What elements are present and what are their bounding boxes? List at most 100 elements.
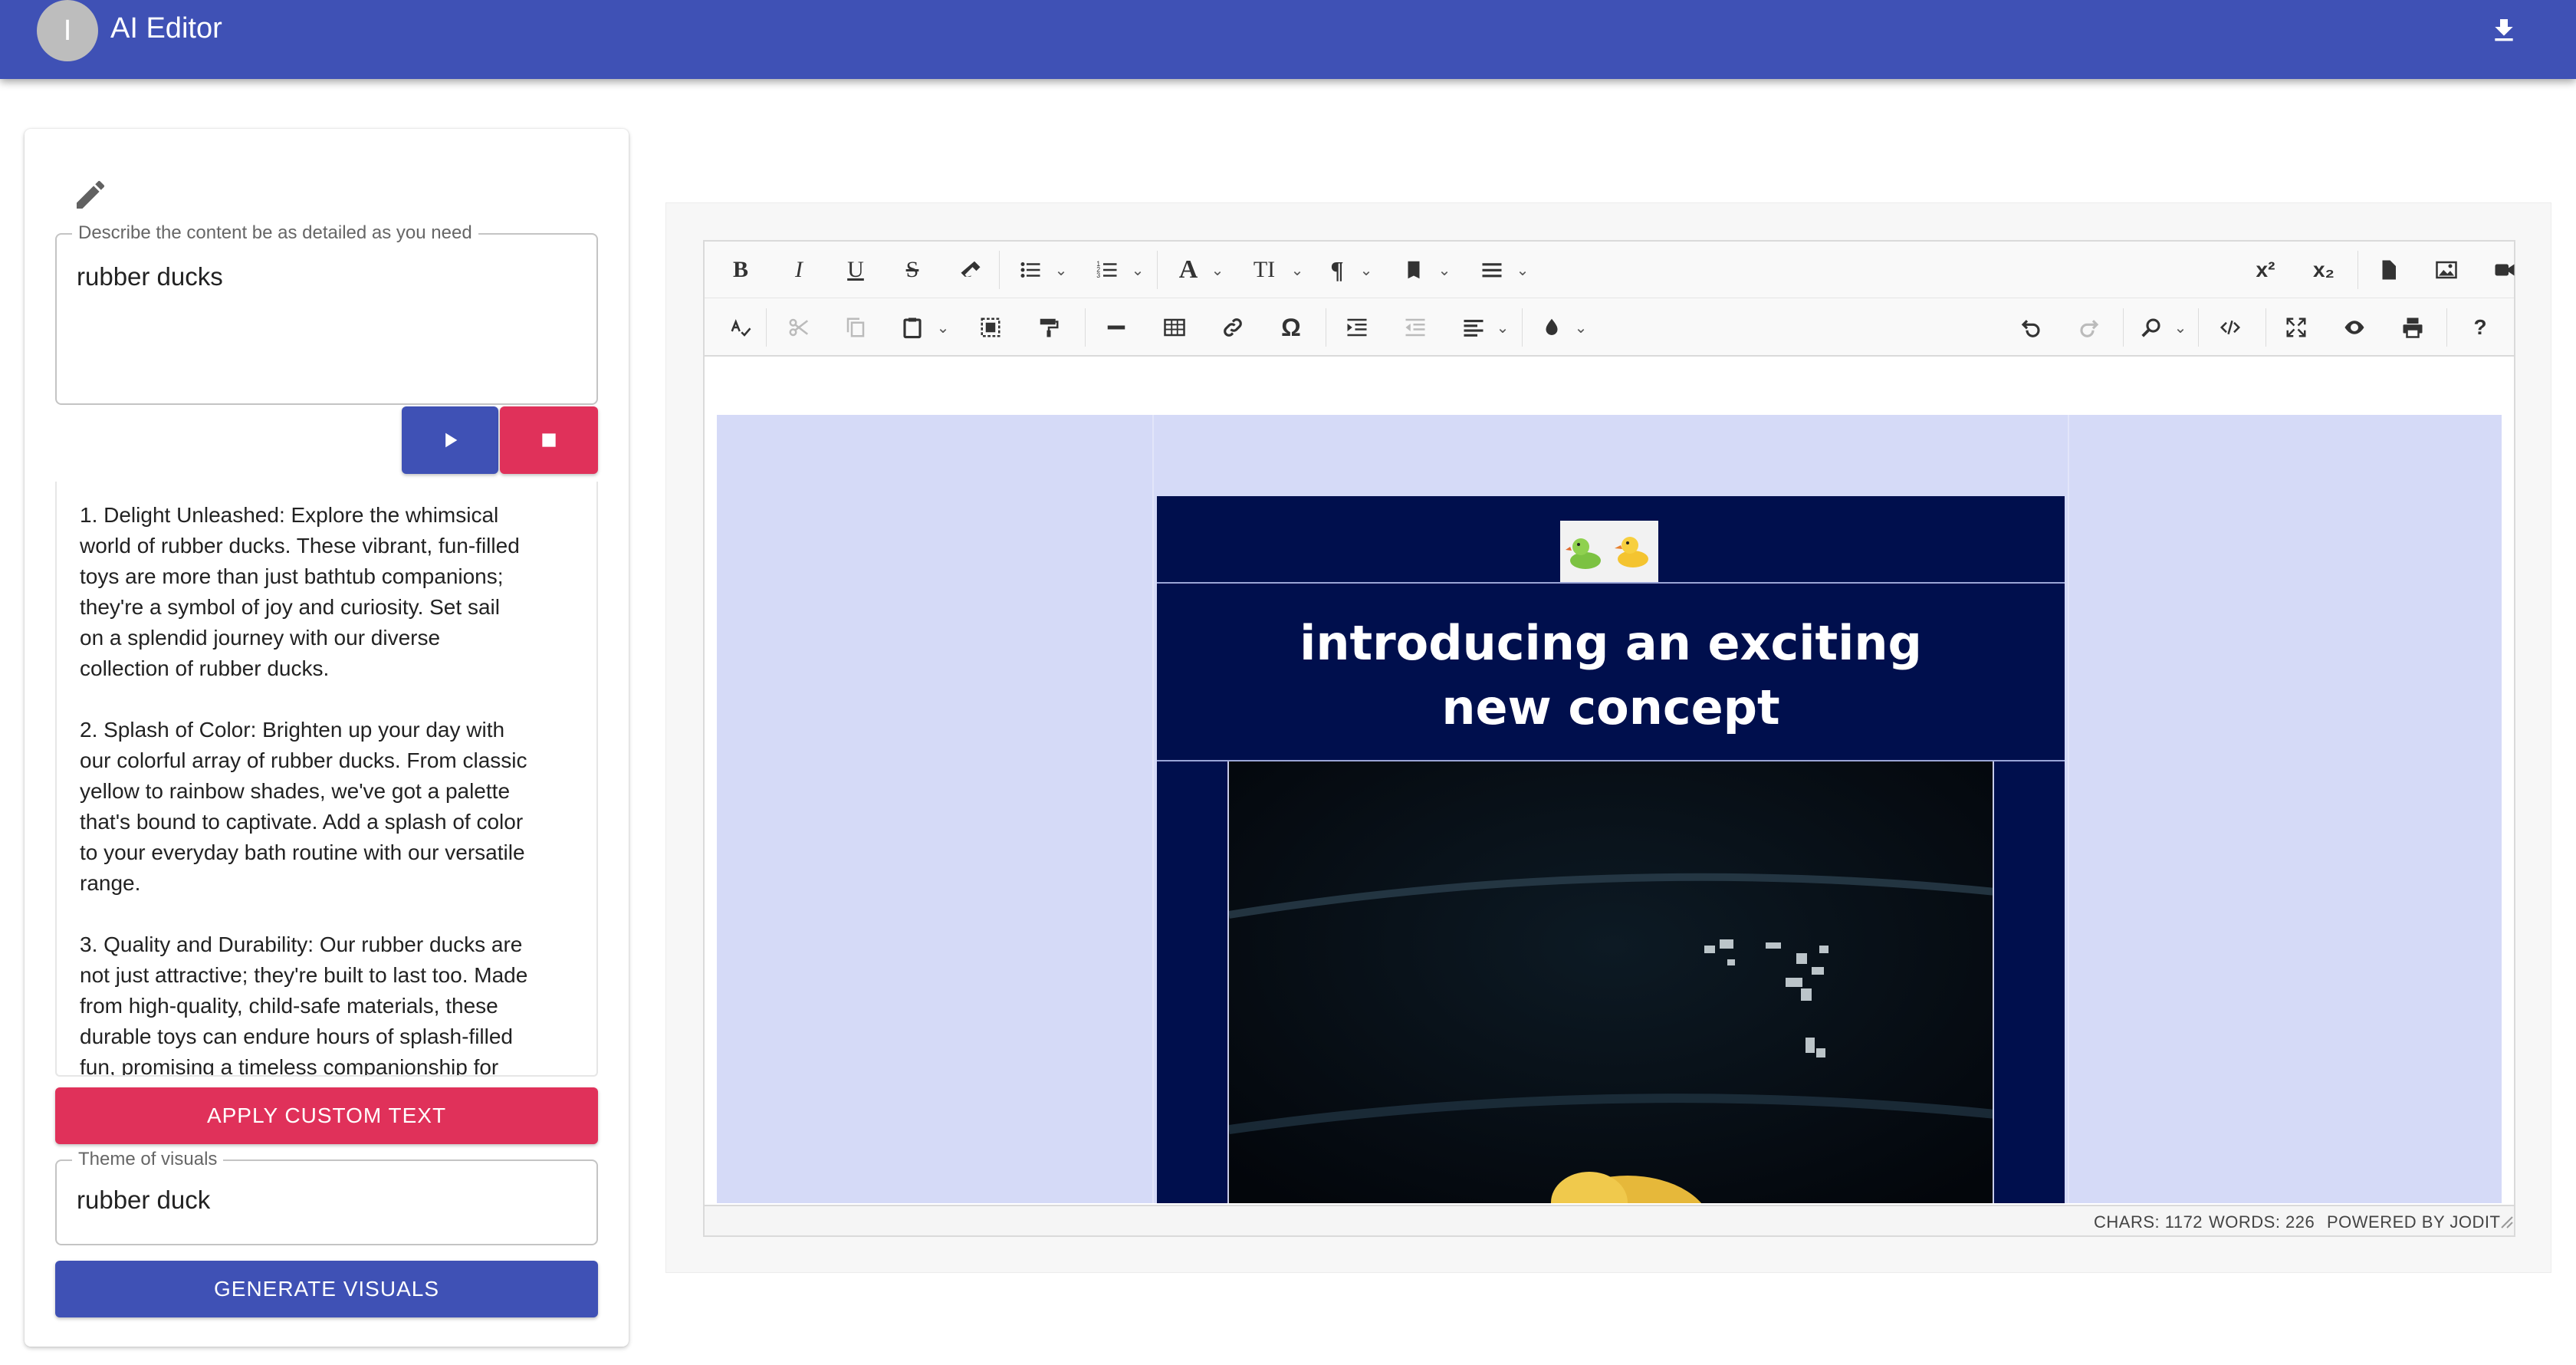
word-count: WORDS: 226: [2209, 1212, 2315, 1232]
subscript-button[interactable]: x₂: [2301, 242, 2347, 298]
duck-logo[interactable]: [1560, 521, 1658, 582]
redo-button[interactable]: [2066, 299, 2112, 356]
find-button[interactable]: [2132, 299, 2170, 356]
paste-dropdown-icon[interactable]: ⌄: [933, 299, 953, 356]
classes-button[interactable]: [1395, 242, 1433, 298]
yellow-duck-icon: [1615, 537, 1648, 567]
bullet-list-dropdown-icon[interactable]: ⌄: [1051, 242, 1071, 298]
download-button[interactable]: [2481, 11, 2527, 51]
file-icon: [2382, 260, 2396, 280]
download-icon: [2495, 19, 2513, 41]
bold-button[interactable]: B: [721, 242, 760, 298]
line-height-button[interactable]: [1473, 242, 1511, 298]
powered-by-link[interactable]: POWERED BY JODIT: [2327, 1212, 2500, 1232]
outdent-button[interactable]: [1396, 299, 1434, 356]
source-button[interactable]: [2207, 299, 2253, 356]
stop-button[interactable]: [500, 406, 598, 474]
horizontal-line-icon: [1107, 325, 1125, 330]
indent-button[interactable]: [1338, 299, 1376, 356]
rubber-duck-photo[interactable]: [1227, 761, 1994, 1203]
generated-text-area[interactable]: 1. Delight Unleashed: Explore the whimsi…: [55, 482, 598, 1077]
paragraph-dropdown-icon[interactable]: ⌄: [1356, 242, 1376, 298]
italic-button[interactable]: I: [780, 242, 818, 298]
align-dropdown-icon[interactable]: ⌄: [1493, 299, 1513, 356]
help-button[interactable]: ?: [2457, 299, 2503, 356]
code-icon: [2220, 320, 2241, 335]
copy-format-button[interactable]: [1030, 299, 1068, 356]
app-bar: I AI Editor: [0, 0, 2576, 79]
font-size-dropdown-icon[interactable]: ⌄: [1287, 242, 1307, 298]
strikethrough-button[interactable]: S: [893, 242, 932, 298]
edit-pencil-icon: [77, 180, 105, 209]
font-dropdown-icon[interactable]: ⌄: [1208, 242, 1227, 298]
link-icon: [1224, 318, 1242, 337]
copy-button[interactable]: [836, 299, 875, 356]
indent-icon: [1347, 318, 1367, 337]
resize-handle-icon[interactable]: [2496, 1211, 2514, 1234]
select-all-icon: [981, 317, 1001, 337]
line-height-dropdown-icon[interactable]: ⌄: [1513, 242, 1533, 298]
brush-color-button[interactable]: [1533, 299, 1571, 356]
undo-button[interactable]: [2008, 299, 2054, 356]
book-icon: [1408, 261, 1420, 279]
spellcheck-icon: [731, 319, 751, 337]
apply-custom-text-button[interactable]: APPLY CUSTOM TEXT: [55, 1087, 598, 1144]
undo-icon: [2021, 320, 2040, 337]
editor-statusbar: CHARS: 1172 WORDS: 226 POWERED BY JODIT: [705, 1205, 2514, 1235]
editor-toolbar: B I U S ⌄ 123 ⌄ A ⌄ TI ⌄ ¶ ⌄ ⌄ ⌄ x² x₂ ⌄…: [705, 242, 2515, 357]
horizontal-line-button[interactable]: [1097, 299, 1135, 356]
numbered-list-button[interactable]: 123: [1088, 242, 1126, 298]
expand-icon: [2286, 317, 2306, 337]
font-size-button[interactable]: TI: [1241, 242, 1287, 298]
find-dropdown-icon[interactable]: ⌄: [2170, 299, 2190, 356]
numbered-list-icon: 123: [1096, 260, 1117, 279]
table-icon: [1164, 318, 1185, 337]
green-duck-icon: [1566, 538, 1601, 569]
stop-icon: [542, 433, 556, 447]
table-button[interactable]: [1155, 299, 1194, 356]
clipboard-icon: [903, 317, 922, 339]
generate-text-button[interactable]: [402, 406, 498, 474]
headline-line-1: introducing an exciting: [1300, 615, 1922, 671]
paste-button[interactable]: [893, 299, 932, 356]
select-all-button[interactable]: [971, 299, 1010, 356]
eraser-icon: [961, 261, 981, 277]
image-icon: [2436, 261, 2457, 279]
link-button[interactable]: [1214, 299, 1252, 356]
preview-button[interactable]: [2331, 299, 2377, 356]
cut-button[interactable]: [780, 299, 818, 356]
drop-icon: [1546, 318, 1558, 335]
description-input[interactable]: rubber ducks: [77, 262, 223, 291]
numbered-list-dropdown-icon[interactable]: ⌄: [1128, 242, 1148, 298]
duck-photo-image: [1229, 761, 1993, 1203]
brush-color-dropdown-icon[interactable]: ⌄: [1571, 299, 1591, 356]
image-button[interactable]: [2423, 242, 2469, 298]
generate-visuals-button[interactable]: GENERATE VISUALS: [55, 1261, 598, 1317]
editor-content[interactable]: introducing an exciting new concept: [717, 415, 2502, 1203]
superscript-button[interactable]: x²: [2242, 242, 2288, 298]
align-left-icon: [1464, 320, 1484, 337]
theme-field[interactable]: Theme of visuals rubber duck: [55, 1149, 598, 1245]
printer-icon: [2403, 317, 2423, 338]
classes-dropdown-icon[interactable]: ⌄: [1434, 242, 1454, 298]
bullet-list-button[interactable]: [1011, 242, 1050, 298]
line-height-icon: [1482, 263, 1502, 278]
underline-button[interactable]: U: [836, 242, 875, 298]
copy-icon: [846, 317, 865, 337]
eraser-button[interactable]: [951, 242, 990, 298]
fullsize-button[interactable]: [2273, 299, 2319, 356]
avatar[interactable]: I: [37, 0, 98, 61]
video-button[interactable]: [2482, 242, 2528, 298]
file-button[interactable]: [2365, 242, 2411, 298]
outdent-icon: [1405, 318, 1425, 337]
theme-label: Theme of visuals: [72, 1149, 224, 1170]
align-button[interactable]: [1454, 299, 1493, 356]
paragraph-button[interactable]: ¶: [1318, 242, 1356, 298]
theme-input[interactable]: rubber duck: [77, 1186, 210, 1215]
print-button[interactable]: [2390, 299, 2436, 356]
description-label: Describe the content be as detailed as y…: [72, 222, 478, 244]
font-button[interactable]: A: [1169, 242, 1208, 298]
special-character-button[interactable]: Ω: [1272, 299, 1310, 356]
description-field[interactable]: Describe the content be as detailed as y…: [55, 222, 598, 405]
spellcheck-button[interactable]: [721, 299, 760, 356]
